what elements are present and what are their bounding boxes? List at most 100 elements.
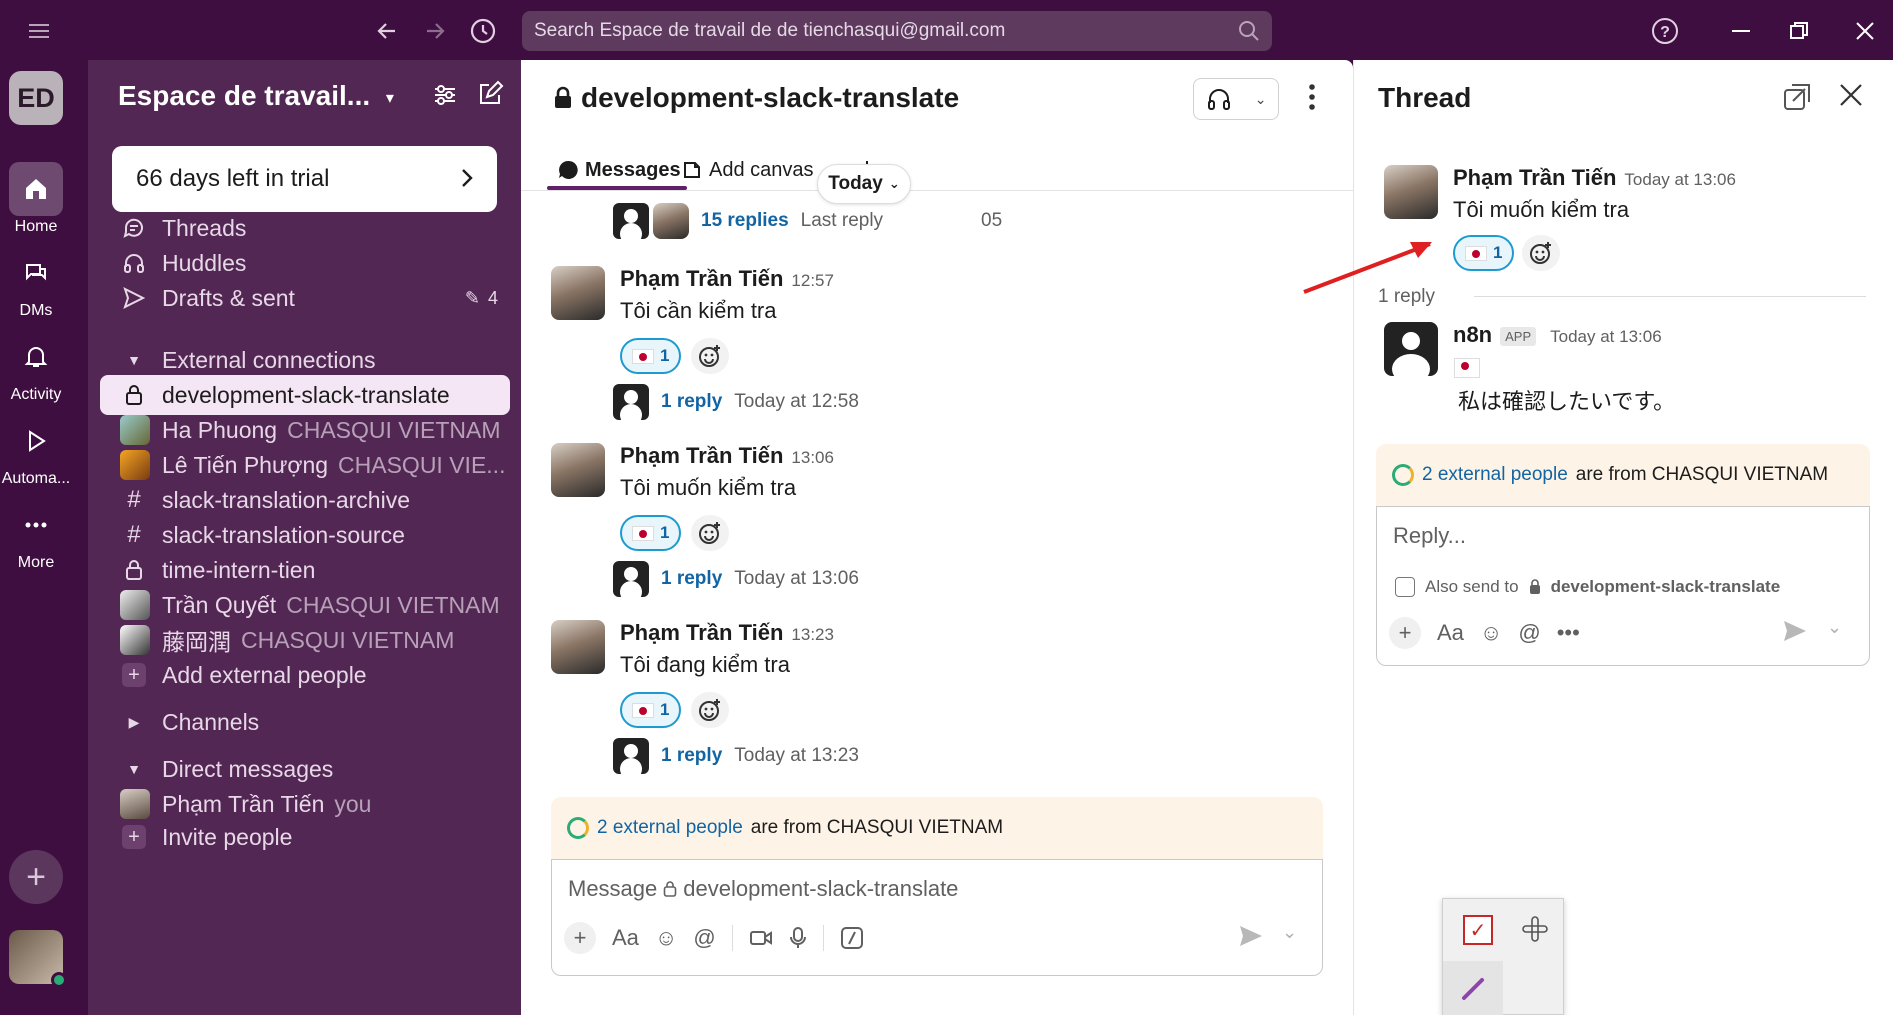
lock-icon <box>553 86 573 110</box>
reaction-jp-flag[interactable]: 1 <box>620 338 682 374</box>
send-options-chevron-icon[interactable]: ⌄ <box>1282 922 1297 943</box>
rail-home[interactable]: Home <box>0 162 72 236</box>
workspace-name-button[interactable]: Espace de travail... ▾ <box>118 80 394 112</box>
rail-activity[interactable]: Activity <box>0 330 72 404</box>
send-options-chevron-icon[interactable]: ⌄ <box>1827 617 1842 638</box>
message-author[interactable]: Phạm Trần Tiến <box>620 266 783 291</box>
huddle-button[interactable]: ⌄ <box>1193 78 1279 120</box>
emoji-icon[interactable]: ☺ <box>1480 620 1502 646</box>
sidebar-item-invite-people[interactable]: + Invite people <box>100 818 510 856</box>
message-author[interactable]: n8n <box>1453 322 1492 347</box>
help-icon[interactable]: ? <box>1648 14 1682 48</box>
pen-app-icon[interactable] <box>1443 961 1503 1015</box>
tab-add-canvas[interactable]: Add canvas <box>681 148 814 192</box>
checkmark-app-icon[interactable]: ✓ <box>1463 915 1493 945</box>
avatar <box>120 789 150 819</box>
composer-placeholder: Message <box>568 876 658 901</box>
plus-icon[interactable]: + <box>564 922 596 954</box>
composer-input[interactable]: Message development-slack-translate <box>568 876 958 902</box>
search-input[interactable]: Search Espace de travail de de tienchasq… <box>522 11 1272 51</box>
rail-automations[interactable]: Automa... <box>0 414 72 488</box>
message-author[interactable]: Phạm Trần Tiến <box>1453 165 1616 190</box>
user-avatar[interactable] <box>9 930 67 988</box>
reaction-jp-flag[interactable]: 1 <box>1453 235 1515 271</box>
sidebar-item-fujioka-jun[interactable]: 藤岡潤 CHASQUI VIETNAM <box>100 620 510 660</box>
hamburger-menu-icon[interactable] <box>22 14 56 48</box>
close-icon[interactable] <box>1838 82 1864 108</box>
thread-summary-top[interactable]: 15 replies Last reply 05 <box>613 203 1002 239</box>
sidebar-item-tran-quyet[interactable]: Trần Quyết CHASQUI VIETNAM <box>100 585 510 625</box>
send-button[interactable] <box>1238 924 1264 948</box>
forward-arrow-icon[interactable] <box>418 14 452 48</box>
rail-more[interactable]: More <box>0 498 72 572</box>
trial-banner[interactable]: 66 days left in trial <box>112 146 497 212</box>
reply-composer[interactable]: Reply... Also send to development-slack-… <box>1376 506 1870 666</box>
section-direct-messages[interactable]: ▼ Direct messages <box>100 749 510 789</box>
sidebar-item-slack-translation-source[interactable]: # slack-translation-source <box>100 515 510 555</box>
sidebar-item-threads[interactable]: Threads <box>100 208 510 248</box>
video-icon[interactable] <box>749 928 773 948</box>
filter-icon[interactable] <box>432 82 458 108</box>
replies-link[interactable]: 1 reply <box>661 391 722 413</box>
checkbox[interactable] <box>1395 577 1415 597</box>
close-window-icon[interactable] <box>1848 14 1882 48</box>
reaction-jp-flag[interactable]: 1 <box>620 692 682 728</box>
sidebar-item-le-tien-phuong[interactable]: Lê Tiến Phượng CHASQUI VIE... <box>100 445 510 485</box>
add-reaction-icon[interactable] <box>1522 235 1560 271</box>
message-time[interactable]: 13:06 <box>791 448 834 467</box>
slack-icon[interactable] <box>1521 915 1549 943</box>
message-time[interactable]: 12:57 <box>791 271 834 290</box>
replies-link[interactable]: 1 reply <box>661 745 722 767</box>
sidebar-item-ha-phuong[interactable]: Ha Phuong CHASQUI VIETNAM <box>100 410 510 450</box>
mention-icon[interactable]: @ <box>693 925 715 951</box>
thread-summary[interactable]: 1 reply Today at 13:23 <box>613 738 859 774</box>
section-external-connections[interactable]: ▼ External connections <box>100 340 510 380</box>
add-reaction-icon[interactable] <box>691 338 729 374</box>
add-reaction-icon[interactable] <box>691 692 729 728</box>
channel-title-button[interactable]: development-slack-translate <box>553 82 959 114</box>
thread-summary[interactable]: 1 reply Today at 12:58 <box>613 384 859 420</box>
replies-link[interactable]: 15 replies <box>701 210 789 232</box>
add-reaction-icon[interactable] <box>691 515 729 551</box>
microphone-icon[interactable] <box>789 926 807 950</box>
popout-icon[interactable] <box>1782 82 1812 112</box>
restore-window-icon[interactable] <box>1782 14 1816 48</box>
message-time[interactable]: 13:23 <box>791 625 834 644</box>
sidebar-item-development-slack-translate[interactable]: development-slack-translate <box>100 375 510 415</box>
reply-input[interactable]: Reply... <box>1393 523 1466 549</box>
compose-icon[interactable] <box>476 80 504 108</box>
sidebar-item-huddles[interactable]: Huddles <box>100 243 510 283</box>
message-author[interactable]: Phạm Trần Tiến <box>620 443 783 468</box>
sidebar-item-time-intern-tien[interactable]: time-intern-tien <box>100 550 510 590</box>
sidebar-item-add-external-people[interactable]: + Add external people <box>100 655 510 695</box>
message-time[interactable]: Today at 13:06 <box>1550 327 1662 346</box>
shortcuts-icon[interactable] <box>840 926 864 950</box>
date-divider-today[interactable]: Today ⌄ <box>817 164 911 204</box>
message-author[interactable]: Phạm Trần Tiến <box>620 620 783 645</box>
mention-icon[interactable]: @ <box>1518 620 1540 646</box>
send-button[interactable] <box>1782 619 1808 643</box>
workspace-badge[interactable]: ED <box>9 71 63 125</box>
also-send-checkbox-row[interactable]: Also send to development-slack-translate <box>1395 577 1780 597</box>
formatting-icon[interactable]: Aa <box>1437 620 1464 646</box>
external-people-link[interactable]: 2 external people <box>597 817 743 839</box>
section-channels[interactable]: ▶ Channels <box>100 702 510 742</box>
thread-summary[interactable]: 1 reply Today at 13:06 <box>613 561 859 597</box>
message-composer[interactable]: Message development-slack-translate + Aa… <box>551 859 1323 976</box>
replies-link[interactable]: 1 reply <box>661 568 722 590</box>
add-workspace-icon[interactable]: + <box>9 850 63 904</box>
sidebar-item-drafts[interactable]: Drafts & sent ✎ 4 <box>100 278 510 318</box>
formatting-icon[interactable]: Aa <box>612 925 639 951</box>
channel-more-icon[interactable] <box>1307 82 1317 112</box>
more-horizontal-icon[interactable]: ••• <box>1557 620 1580 646</box>
reaction-jp-flag[interactable]: 1 <box>620 515 682 551</box>
back-arrow-icon[interactable] <box>370 14 404 48</box>
history-clock-icon[interactable] <box>466 14 500 48</box>
minimize-icon[interactable] <box>1724 14 1758 48</box>
rail-dms[interactable]: DMs <box>0 246 72 320</box>
plus-icon[interactable]: + <box>1389 617 1421 649</box>
external-people-link[interactable]: 2 external people <box>1422 464 1568 486</box>
sidebar-item-slack-translation-archive[interactable]: # slack-translation-archive <box>100 480 510 520</box>
emoji-icon[interactable]: ☺ <box>655 925 677 951</box>
message-time[interactable]: Today at 13:06 <box>1624 170 1736 189</box>
